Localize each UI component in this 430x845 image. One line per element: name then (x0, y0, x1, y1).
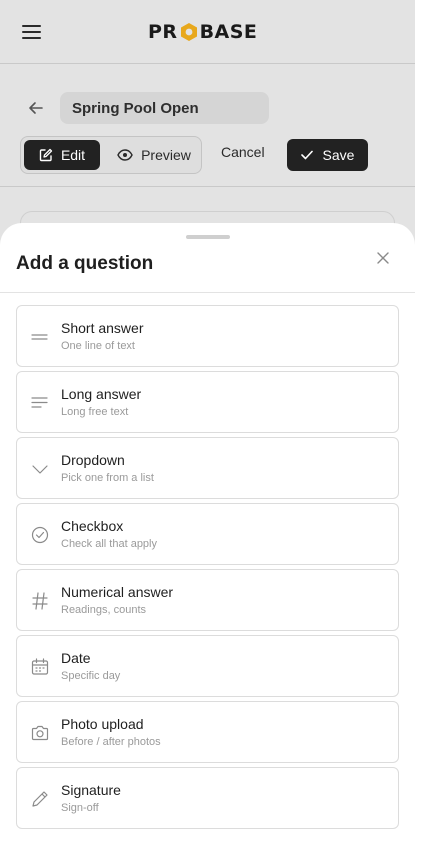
logo-text-right: BASE (199, 21, 258, 43)
question-type-list: Short answer One line of text Long answe… (16, 305, 399, 833)
short-answer-icon (31, 334, 48, 340)
option-dropdown[interactable]: Dropdown Pick one from a list (16, 437, 399, 499)
sheet-title: Add a question (16, 253, 154, 274)
option-photo-upload[interactable]: Photo upload Before / after photos (16, 701, 399, 763)
option-label: Signature (61, 782, 121, 798)
edit-tab-label: Edit (60, 147, 86, 163)
check-icon (300, 150, 313, 160)
camera-icon (31, 725, 49, 741)
top-bar: PR BASE (0, 0, 415, 64)
add-question-sheet: Add a question Short answer One line of … (0, 223, 415, 845)
option-label: Photo upload (61, 716, 144, 732)
option-description: Readings, counts (61, 604, 146, 616)
option-label: Date (61, 650, 91, 666)
long-answer-icon (31, 397, 48, 408)
option-short-answer[interactable]: Short answer One line of text (16, 305, 399, 367)
option-description: Specific day (61, 670, 121, 682)
option-description: One line of text (61, 340, 135, 352)
option-long-answer[interactable]: Long answer Long free text (16, 371, 399, 433)
option-description: Pick one from a list (61, 472, 154, 484)
option-description: Check all that apply (61, 538, 157, 550)
chevron-down-icon (32, 465, 48, 474)
logo: PR BASE (148, 20, 257, 44)
edit-tab[interactable]: Edit (24, 140, 100, 170)
pen-icon (32, 791, 48, 807)
preview-tab-label: Preview (141, 147, 191, 163)
back-arrow-icon[interactable] (26, 98, 46, 118)
edit-preview-toggle: Edit Preview (20, 136, 202, 174)
check-circle-icon (31, 526, 49, 544)
option-label: Checkbox (61, 518, 124, 534)
option-description: Long free text (61, 406, 129, 418)
option-label: Numerical answer (61, 584, 174, 600)
save-button[interactable]: Save (287, 139, 368, 171)
drag-handle[interactable] (186, 235, 230, 239)
sheet-divider (0, 292, 415, 293)
hash-icon (32, 592, 48, 610)
hamburger-icon[interactable] (22, 24, 42, 40)
preview-tab[interactable]: Preview (109, 140, 199, 170)
option-date[interactable]: Date Specific day (16, 635, 399, 697)
option-description: Sign-off (61, 802, 99, 814)
editor-bar: Spring Pool Open Edit Preview Cancel Sav… (0, 64, 415, 187)
option-label: Short answer (61, 320, 144, 336)
option-label: Long answer (61, 386, 142, 402)
logo-text-left: PR (148, 21, 178, 43)
eye-icon (117, 149, 133, 161)
option-numerical-answer[interactable]: Numerical answer Readings, counts (16, 569, 399, 631)
form-title-input[interactable]: Spring Pool Open (60, 92, 269, 124)
close-icon[interactable] (374, 249, 392, 267)
cancel-button[interactable]: Cancel (221, 144, 265, 160)
option-signature[interactable]: Signature Sign-off (16, 767, 399, 829)
option-label: Dropdown (61, 452, 125, 468)
option-checkbox[interactable]: Checkbox Check all that apply (16, 503, 399, 565)
save-button-label: Save (322, 147, 355, 163)
edit-icon (39, 148, 53, 162)
calendar-icon (31, 658, 49, 675)
logo-hex-icon (180, 23, 197, 41)
option-description: Before / after photos (61, 736, 161, 748)
